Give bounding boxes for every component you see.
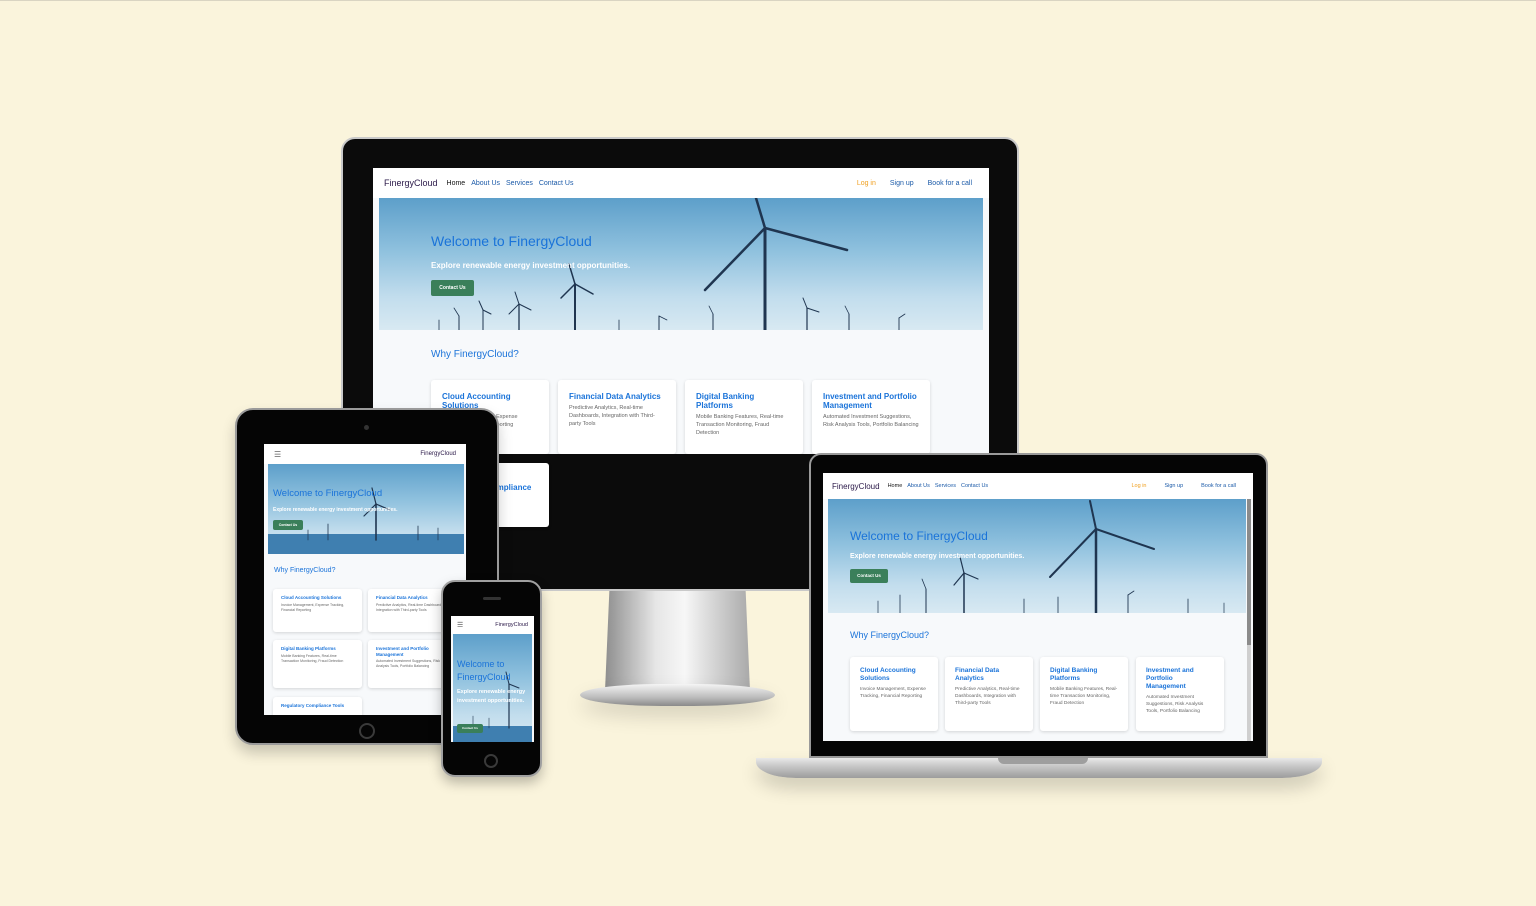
hero-banner: Welcome to FinergyCloud Explore renewabl… [268,464,464,554]
tablet-home-button[interactable] [359,723,375,739]
tablet-camera [364,425,369,430]
nav-links: Home About Us Services Contact Us [888,483,989,489]
login-link[interactable]: Log in [857,180,876,187]
brand-logo[interactable]: FinergyCloud [832,482,880,491]
service-card[interactable]: Investment and Portfolio Management Auto… [812,380,930,454]
hero-title: Welcome to FinergyCloud [457,659,511,682]
hero-subtitle: Explore renewable energy investment oppo… [850,553,1025,560]
contact-us-button[interactable]: Contact Us [431,280,474,296]
hero-title: Welcome to FinergyCloud [273,488,383,499]
card-text: Predictive Analytics, Real-time Dashboar… [569,405,655,427]
card-title: Financial Data Analytics [955,667,1000,682]
card-title: Investment and Portfolio Management [376,646,429,657]
card-title: Investment and Portfolio Management [823,392,917,410]
hero-title: Welcome to FinergyCloud [850,529,988,543]
why-heading: Why FinergyCloud? [274,567,336,574]
service-card[interactable]: Digital Banking Platforms Mobile Banking… [1040,657,1128,731]
card-text: Invoice Management, Expense Tracking, Fi… [281,602,345,612]
brand-logo[interactable]: FinergyCloud [384,178,438,188]
contact-us-button[interactable]: Contact Us [457,724,483,733]
card-title: Digital Banking Platforms [696,392,755,410]
scrollbar-thumb[interactable] [1247,499,1251,645]
nav-about[interactable]: About Us [907,483,930,489]
signup-link[interactable]: Sign up [1164,483,1183,489]
card-text: Mobile Banking Features, Real-time Trans… [696,414,784,436]
why-heading: Why FinergyCloud? [850,630,930,640]
card-title: Cloud Accounting Solutions [281,595,342,600]
laptop-scrollbar[interactable] [1247,499,1251,741]
card-title: Financial Data Analytics [569,392,661,401]
service-card[interactable]: Cloud Accounting Solutions Invoice Manag… [273,589,362,632]
signup-link[interactable]: Sign up [890,180,914,187]
auth-links: Log in Sign up Book for a call [857,180,972,187]
nav-home[interactable]: Home [888,483,903,489]
card-text: Automated Investment Suggestions, Risk A… [1146,695,1204,714]
hamburger-icon[interactable]: ☰ [274,450,281,459]
card-title: Regulatory Compliance Tools [281,703,345,708]
service-card[interactable]: Financial Data Analytics Predictive Anal… [558,380,676,454]
card-text: Mobile Banking Features, Real-time Trans… [281,653,344,663]
hero-title: Welcome to FinergyCloud [431,233,592,249]
card-title: Digital Banking Platforms [281,646,336,651]
laptop-screen: FinergyCloud Home About Us Services Cont… [823,473,1253,741]
card-title: Financial Data Analytics [376,595,428,600]
phone-home-button[interactable] [484,754,498,768]
service-card[interactable]: Digital Banking Platforms Mobile Banking… [273,640,362,688]
book-call-link[interactable]: Book for a call [928,180,972,187]
navbar: FinergyCloud Home About Us Services Cont… [823,473,1253,499]
service-card[interactable]: Regulatory Compliance Tools [273,697,362,715]
card-text: Automated Investment Suggestions, Risk A… [823,414,919,428]
hero-subtitle: Explore renewable energy investment oppo… [431,261,631,270]
hero-subtitle: Explore renewable energy investment oppo… [273,507,398,513]
monitor-stand-base [580,684,775,706]
card-text: Invoice Management, Expense Tracking, Fi… [860,687,926,699]
auth-links: Log in Sign up Book for a call [1131,483,1236,489]
book-call-link[interactable]: Book for a call [1201,483,1236,489]
card-text: Predictive Analytics, Real-time Dashboar… [376,602,444,612]
card-title: Cloud Accounting Solutions [860,667,916,682]
hamburger-icon[interactable]: ☰ [457,621,463,629]
nav-home[interactable]: Home [447,180,466,187]
service-card[interactable]: Cloud Accounting Solutions Invoice Manag… [850,657,938,731]
hero-subtitle: Explore renewable energy investment oppo… [457,689,526,704]
card-title: Digital Banking Platforms [1050,667,1098,682]
hero-banner: Welcome to FinergyCloud Explore renewabl… [828,499,1246,613]
contact-us-button[interactable]: Contact Us [850,569,888,583]
service-card[interactable]: Investment and Portfolio Management Auto… [1136,657,1224,731]
service-card[interactable]: Digital Banking Platforms Mobile Banking… [685,380,803,454]
nav-services[interactable]: Services [935,483,956,489]
card-text: Automated Investment Suggestions, Risk A… [376,659,441,668]
tablet-screen: ☰ FinergyCloud Welcome to FinergyCloud E… [264,444,466,715]
nav-links: Home About Us Services Contact Us [447,180,574,187]
brand-logo[interactable]: FinergyCloud [420,451,456,457]
hero-banner: Welcome to FinergyCloud Explore renewabl… [453,634,532,742]
card-title: Investment and Portfolio Management [1146,667,1194,690]
service-card[interactable]: Financial Data Analytics Predictive Anal… [945,657,1033,731]
card-text: Mobile Banking Features, Real-time Trans… [1050,687,1118,706]
contact-us-button[interactable]: Contact Us [273,520,303,530]
top-divider [0,0,1536,1]
nav-about[interactable]: About Us [471,180,500,187]
phone-navbar: ☰ FinergyCloud [451,616,534,634]
laptop-opening-notch [998,758,1088,764]
monitor-stand [605,591,750,691]
login-link[interactable]: Log in [1131,483,1146,489]
card-text: Predictive Analytics, Real-time Dashboar… [955,687,1020,706]
nav-contact[interactable]: Contact Us [539,180,574,187]
brand-logo[interactable]: FinergyCloud [495,622,528,628]
phone-speaker [483,597,501,600]
hero-banner: Welcome to FinergyCloud Explore renewabl… [379,198,983,330]
tablet-navbar: ☰ FinergyCloud [264,444,466,464]
nav-services[interactable]: Services [506,180,533,187]
why-heading: Why FinergyCloud? [431,349,519,360]
navbar: FinergyCloud Home About Us Services Cont… [373,168,989,198]
nav-contact[interactable]: Contact Us [961,483,988,489]
phone-screen: ☰ FinergyCloud Welcome to FinergyCloud E… [451,616,534,742]
